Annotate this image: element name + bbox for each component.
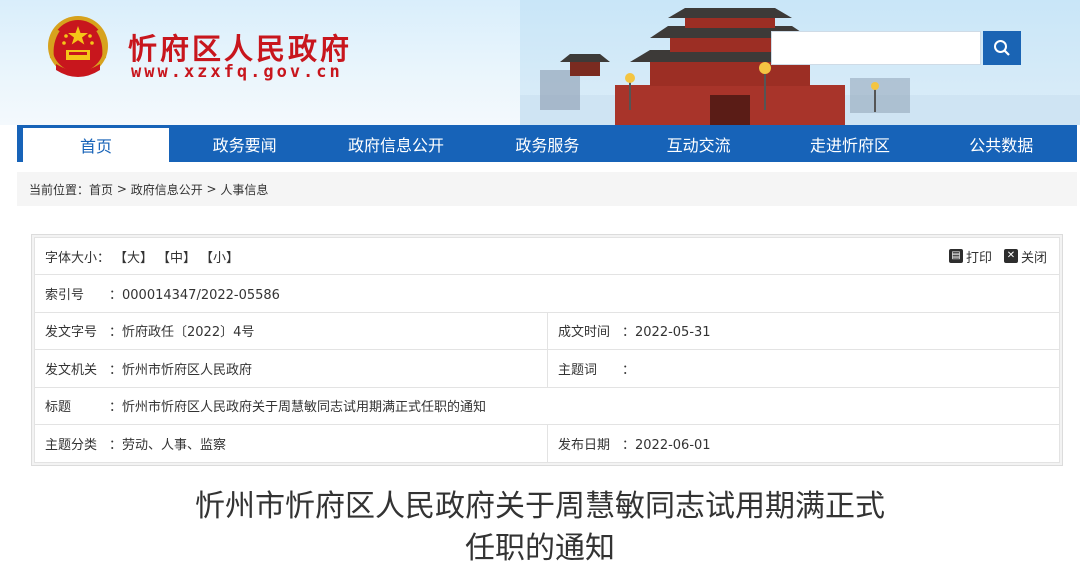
site-header: 忻府区人民政府 www.xzxfq.gov.cn (0, 0, 1080, 125)
close-label: 关闭 (1020, 250, 1047, 266)
column-divider (547, 424, 548, 463)
search-input[interactable] (771, 31, 981, 65)
nav-item-about[interactable]: 走进忻府区 (774, 125, 925, 162)
fontsize-label: 字体大小： (45, 250, 111, 266)
index-value: ：000014347/2022-05586 (109, 288, 280, 304)
breadcrumb-item-gov-info[interactable]: 政府信息公开 (131, 181, 203, 198)
nav-item-news[interactable]: 政务要闻 (169, 125, 320, 162)
national-emblem-icon (48, 16, 108, 77)
index-row: 索引号 ：000014347/2022-05586 (35, 275, 1059, 313)
breadcrumb-item-personnel[interactable]: 人事信息 (220, 181, 268, 198)
nav-item-home[interactable]: 首页 (23, 128, 169, 162)
breadcrumb-separator: > (202, 182, 221, 196)
site-url: www.xzxfq.gov.cn (131, 62, 343, 82)
issuer-label: 发文机关 (45, 362, 98, 378)
print-label: 打印 (965, 250, 992, 266)
title-row: 标题 ：忻州市忻府区人民政府关于周慧敏同志试用期满正式任职的通知 (35, 388, 1059, 425)
docno-label: 发文字号 (45, 325, 98, 341)
column-divider (547, 350, 548, 387)
nav-item-services[interactable]: 政务服务 (472, 125, 623, 162)
nav-item-interaction[interactable]: 互动交流 (623, 125, 774, 162)
issuer-row: 发文机关 ：忻州市忻府区人民政府 主题词 ： (35, 350, 1059, 388)
fontsize-large-button[interactable]: 【大】 (114, 247, 153, 266)
title-value: ：忻州市忻府区人民政府关于周慧敏同志试用期满正式任职的通知 (109, 400, 487, 416)
breadcrumb-prefix: 当前位置： (29, 182, 90, 197)
published-value: ：2022-06-01 (622, 438, 711, 454)
fontsize-row: 字体大小： 【大】 【中】 【小】 ▤ 打印 ✕ 关闭 (35, 238, 1059, 276)
close-icon: ✕ (1003, 249, 1018, 264)
created-value: ：2022-05-31 (622, 325, 711, 341)
document-title: 忻州市忻府区人民政府关于周慧敏同志试用期满正式 任职的通知 (0, 486, 1080, 570)
search-icon (994, 40, 1010, 56)
printer-icon: ▤ (948, 249, 963, 264)
document-info-panel: 字体大小： 【大】 【中】 【小】 ▤ 打印 ✕ 关闭 索引号 ：0000143… (31, 234, 1063, 466)
column-divider (547, 312, 548, 350)
fontsize-small-button[interactable]: 【小】 (200, 247, 239, 266)
index-label: 索引号 (45, 288, 85, 304)
issuer-value: ：忻州市忻府区人民政府 (109, 362, 253, 378)
document-title-line1: 忻州市忻府区人民政府关于周慧敏同志试用期满正式 (195, 489, 885, 524)
search-button[interactable] (983, 31, 1021, 65)
fontsize-medium-button[interactable]: 【中】 (157, 247, 196, 266)
breadcrumb-separator: > (113, 182, 131, 196)
category-value: ：劳动、人事、监察 (109, 438, 227, 454)
main-nav: 首页 政务要闻 政府信息公开 政务服务 互动交流 走进忻府区 公共数据 (17, 125, 1077, 162)
keywords-label: 主题词 (558, 362, 598, 378)
breadcrumb: 当前位置： 首页 > 政府信息公开 > 人事信息 (17, 172, 1077, 206)
close-button[interactable]: ✕ 关闭 (1003, 247, 1047, 266)
created-label: 成文时间 (558, 325, 611, 341)
nav-item-gov-info[interactable]: 政府信息公开 (320, 125, 471, 162)
docno-value: ：忻府政任〔2022〕4号 (109, 325, 255, 341)
docno-row: 发文字号 ：忻府政任〔2022〕4号 成文时间 ：2022-05-31 (35, 312, 1059, 351)
category-label: 主题分类 (45, 438, 98, 454)
published-label: 发布日期 (558, 438, 611, 454)
nav-item-public-data[interactable]: 公共数据 (926, 125, 1077, 162)
keywords-value: ： (622, 362, 636, 378)
title-label: 标题 (45, 400, 72, 416)
category-row: 主题分类 ：劳动、人事、监察 发布日期 ：2022-06-01 (35, 424, 1059, 463)
document-title-line2: 任职的通知 (465, 531, 615, 566)
print-button[interactable]: ▤ 打印 (948, 247, 992, 266)
breadcrumb-item-home[interactable]: 首页 (89, 181, 113, 198)
